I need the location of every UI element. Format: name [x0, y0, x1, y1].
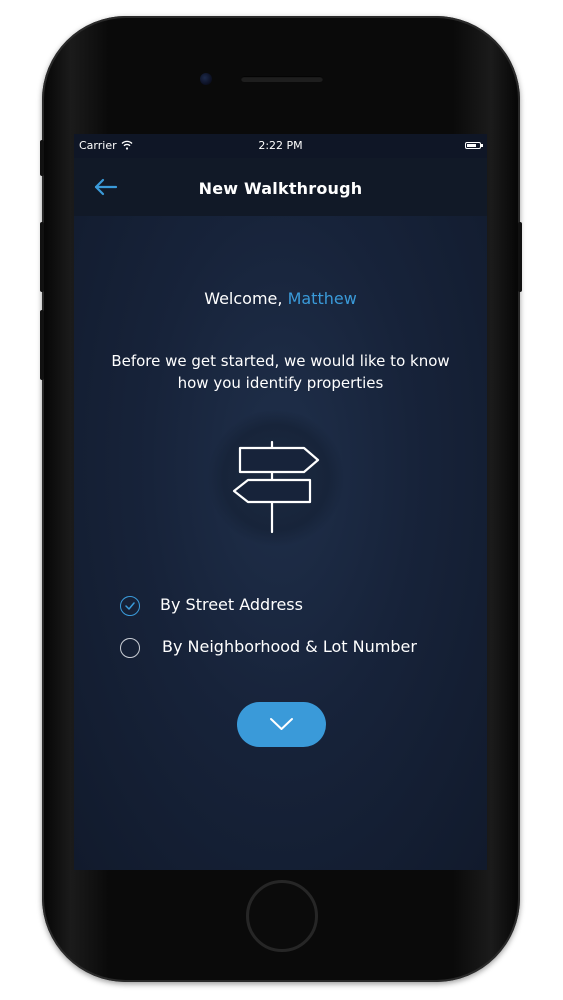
radio-checked-icon[interactable] [120, 596, 140, 616]
page-title: New Walkthrough [198, 179, 363, 198]
front-camera [200, 73, 212, 85]
nav-bar: New Walkthrough [74, 158, 487, 216]
status-time: 2:22 PM [258, 139, 303, 152]
earpiece-speaker [241, 76, 323, 82]
welcome-message: Welcome, Matthew [74, 289, 487, 308]
radio-empty-icon[interactable] [120, 638, 140, 658]
battery-icon [465, 142, 483, 149]
volume-up-button [40, 222, 44, 292]
option-label: By Neighborhood & Lot Number [162, 637, 417, 656]
intro-text: Before we get started, we would like to … [111, 352, 450, 392]
mute-switch [40, 140, 44, 176]
app-screen: Carrier 2:22 PM New Walkthrough Welcome,… [74, 134, 487, 870]
volume-down-button [40, 310, 44, 380]
power-button [518, 222, 522, 292]
home-button[interactable] [246, 880, 318, 952]
option-label: By Street Address [160, 595, 303, 614]
user-name: Matthew [287, 289, 357, 308]
next-button[interactable] [237, 702, 326, 747]
status-bar: Carrier 2:22 PM [74, 134, 487, 158]
signpost-icon [232, 440, 320, 534]
stage: Carrier 2:22 PM New Walkthrough Welcome,… [0, 0, 563, 1000]
chevron-down-icon [270, 718, 293, 730]
welcome-prefix: Welcome, [204, 289, 288, 308]
